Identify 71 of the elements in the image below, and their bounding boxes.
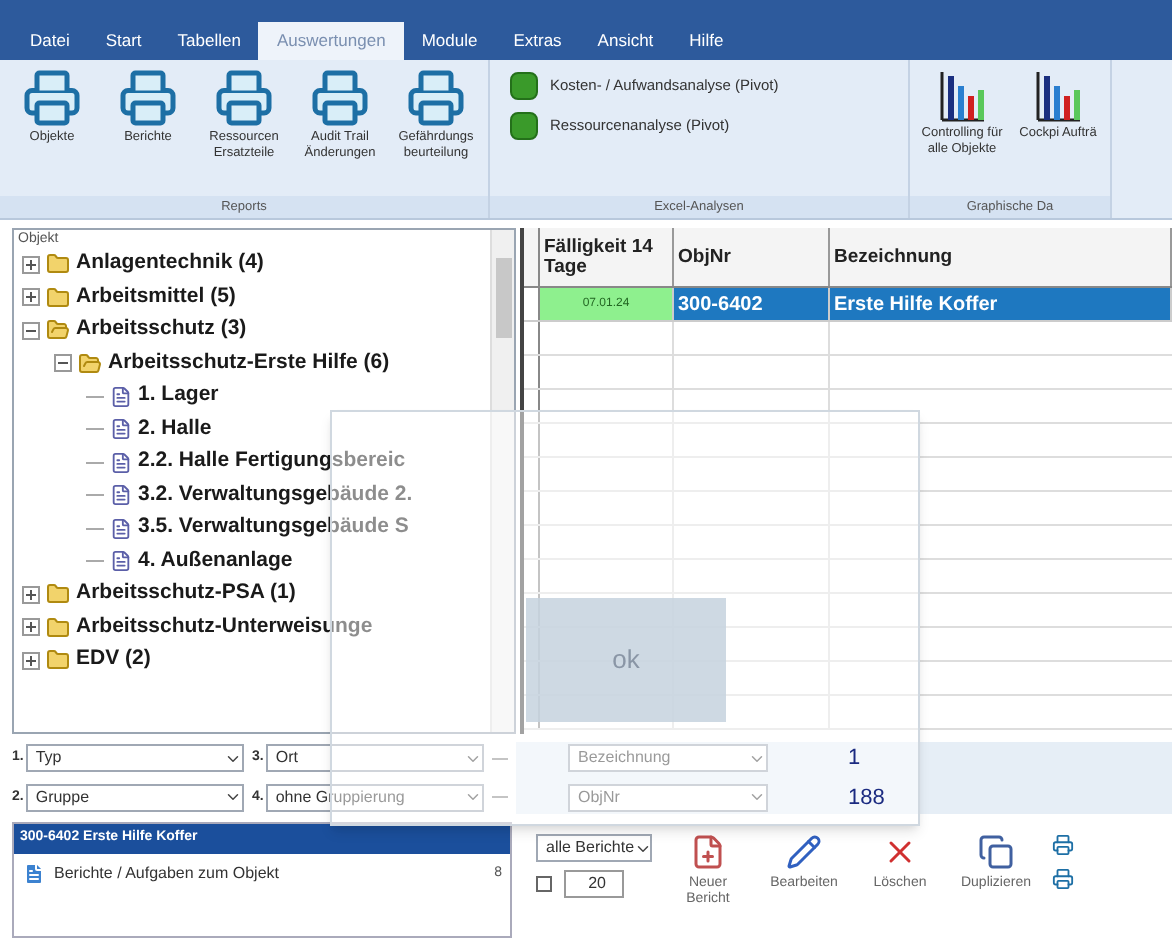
expand-icon[interactable] <box>22 618 40 637</box>
record-count: 1 <box>848 744 861 774</box>
edit-icon <box>786 834 822 870</box>
collapse-icon[interactable] <box>54 354 72 373</box>
document-icon <box>110 418 132 441</box>
tree-item[interactable]: 3.2. Verwaltungsgebäude 2. <box>138 479 413 512</box>
page-size-spinner[interactable]: 20 <box>564 870 624 898</box>
scrollbar[interactable] <box>490 230 514 732</box>
collapse-icon[interactable] <box>22 321 40 340</box>
menu-tab[interactable]: Ansicht <box>579 22 672 60</box>
bar-chart-icon <box>938 68 986 124</box>
tree-item[interactable]: Arbeitsschutz-Erste Hilfe (6) <box>108 347 390 380</box>
record-count: 188 <box>848 783 885 813</box>
expand-icon[interactable] <box>22 651 40 670</box>
menu-tab[interactable]: Extras <box>495 22 580 60</box>
expand-icon[interactable] <box>22 255 40 274</box>
open-folder-icon <box>46 318 70 343</box>
menu-tab[interactable]: Tabellen <box>159 22 259 60</box>
document-icon <box>110 484 132 507</box>
folder-icon <box>46 648 70 673</box>
menu-tab[interactable]: Module <box>403 22 496 60</box>
open-folder-icon <box>78 351 102 376</box>
expand-icon[interactable] <box>22 288 40 307</box>
menu-tab[interactable]: Hilfe <box>671 22 742 60</box>
tree-item[interactable]: EDV (2) <box>76 644 151 677</box>
column-header[interactable]: Fälligkeit 14 Tage <box>540 228 674 286</box>
grouping-dropdown[interactable]: ohne Gruppierung <box>265 783 484 812</box>
printer-icon <box>406 68 466 128</box>
report-icon <box>22 862 46 886</box>
printer-icon[interactable] <box>1052 868 1074 890</box>
grouping-dropdown[interactable]: Typ <box>25 744 244 773</box>
table-cell: Erste Hilfe Koffer <box>830 288 1172 320</box>
folder-icon <box>46 252 70 277</box>
menu-tab[interactable]: Datei <box>12 22 88 60</box>
document-icon <box>110 517 132 540</box>
tree-item[interactable]: Arbeitsschutz (3) <box>76 314 247 347</box>
document-icon <box>110 550 132 573</box>
tree-item[interactable]: 1. Lager <box>138 380 219 413</box>
tree-item[interactable]: Anlagentechnik (4) <box>76 248 264 281</box>
folder-icon <box>46 285 70 310</box>
tree-item[interactable]: 4. Außenanlage <box>138 545 293 578</box>
tree-item[interactable]: 2.2. Halle Fertigungsbereic <box>138 446 406 479</box>
spreadsheet-icon <box>510 112 538 140</box>
object-panel-link[interactable]: Berichte / Aufgaben zum Objekt <box>54 862 487 886</box>
column-header[interactable]: ObjNr <box>674 228 830 286</box>
spreadsheet-icon <box>510 72 538 100</box>
folder-icon <box>46 615 70 640</box>
tree-item[interactable]: Arbeitsmittel (5) <box>76 281 236 314</box>
printer-icon <box>118 68 178 128</box>
grouping-dropdown[interactable]: Gruppe <box>25 783 244 812</box>
document-icon <box>110 451 132 474</box>
folder-icon <box>46 582 70 607</box>
report-filter-dropdown[interactable]: alle Berichte <box>536 834 652 862</box>
tree-item[interactable]: 3.5. Verwaltungsgebäude S <box>138 512 409 545</box>
tree-item[interactable]: 2. Halle <box>138 413 212 446</box>
printer-icon <box>22 68 82 128</box>
new-document-icon <box>690 834 726 870</box>
printer-icon[interactable] <box>1052 834 1074 856</box>
duplicate-icon <box>978 834 1014 870</box>
menu-tab[interactable]: Start <box>87 22 160 60</box>
printer-icon <box>214 68 274 128</box>
tree-item[interactable]: Arbeitsschutz-PSA (1) <box>76 578 296 611</box>
checkbox[interactable] <box>536 876 552 892</box>
expand-icon[interactable] <box>22 585 40 604</box>
table-cell: 300-6402 <box>674 288 830 320</box>
bar-chart-icon <box>1034 68 1082 124</box>
grouping-dropdown[interactable]: Ort <box>265 744 484 773</box>
tree-item[interactable]: Arbeitsschutz-Unterweisunge <box>76 611 373 644</box>
printer-icon <box>310 68 370 128</box>
document-icon <box>110 385 132 408</box>
column-header[interactable]: Bezeichnung <box>830 228 1172 286</box>
